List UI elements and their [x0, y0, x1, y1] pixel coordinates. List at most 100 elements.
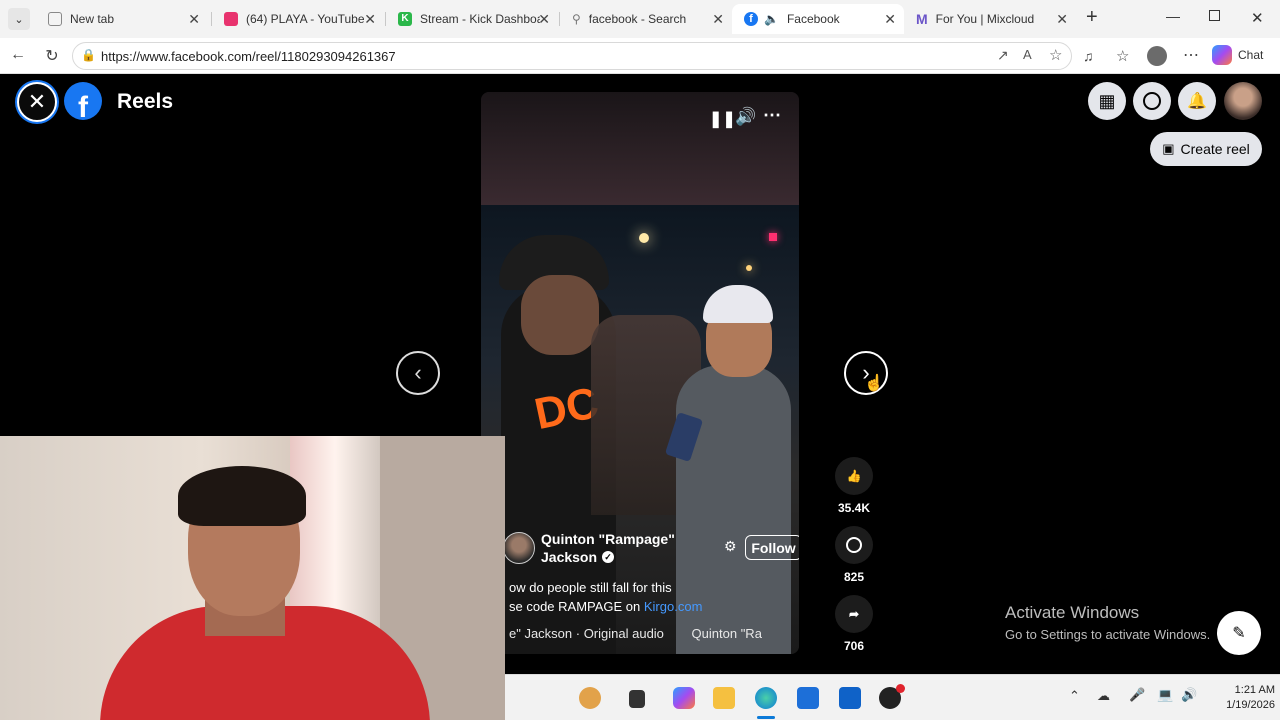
network-icon[interactable]: 💻	[1157, 687, 1173, 703]
notification-dot	[896, 684, 905, 693]
cap-right	[703, 285, 773, 323]
tab-kick[interactable]: K Stream - Kick Dashboard ✕	[386, 4, 558, 34]
open-in-app-icon[interactable]: ↗	[997, 47, 1009, 64]
messenger-button[interactable]	[1133, 82, 1171, 120]
audio-track[interactable]: e" Jackson · Original audio Quinton "Ra	[509, 626, 799, 641]
tab-bar: ⌄ New tab ✕ (64) PLAYA - YouTube ✕ K Str…	[0, 0, 1280, 38]
task-view-icon[interactable]	[629, 690, 645, 708]
person-hair	[178, 466, 306, 526]
like-icon: 👍	[835, 457, 873, 495]
share-action[interactable]: ➦ 706	[824, 595, 884, 653]
account-avatar[interactable]	[1224, 82, 1262, 120]
tab-youtube[interactable]: (64) PLAYA - YouTube ✕	[212, 4, 384, 34]
reel-caption: ow do people still fall for this se code…	[509, 580, 703, 614]
facebook-logo[interactable]: f	[64, 82, 102, 120]
create-reel-icon: ▣	[1162, 141, 1175, 156]
close-tab-icon[interactable]: ✕	[188, 11, 200, 28]
url-field[interactable]: 🔒 https://www.facebook.com/reel/11802930…	[72, 42, 1072, 70]
youtube-icon	[224, 12, 238, 26]
webcam-overlay	[0, 436, 505, 720]
file-explorer-icon[interactable]	[713, 687, 735, 709]
settings-icon[interactable]: ⚙	[724, 538, 737, 555]
mouse-cursor-icon: ☝	[864, 375, 884, 392]
reel-video[interactable]: DC ❚❚ 🔊 ⋯ Quinton "Rampage" Jackson ✓ ⚙ …	[481, 92, 799, 654]
create-reel-button[interactable]: ▣ Create reel	[1150, 132, 1262, 166]
tab-new-tab[interactable]: New tab ✕	[36, 4, 208, 34]
url-text: https://www.facebook.com/reel/1180293094…	[101, 49, 396, 64]
facebook-icon: f	[78, 91, 88, 121]
close-tab-icon[interactable]: ✕	[364, 11, 376, 28]
bell-icon: 🔔	[1187, 93, 1207, 110]
follow-button[interactable]: Follow	[745, 535, 799, 560]
tab-mixcloud[interactable]: M For You | Mixcloud ✕	[904, 4, 1076, 34]
neon-sign	[769, 233, 777, 241]
edge-icon[interactable]	[755, 687, 777, 709]
verified-badge-icon: ✓	[602, 551, 615, 563]
compose-icon: ✎	[1232, 625, 1246, 642]
facebook-icon: f	[744, 12, 758, 26]
favorites-icon[interactable]: ☆	[1116, 47, 1129, 65]
tab-list-dropdown-button[interactable]: ⌄	[8, 8, 30, 30]
author-avatar[interactable]	[503, 532, 535, 564]
close-tab-icon[interactable]: ✕	[712, 11, 724, 28]
more-options-button[interactable]: ⋯	[763, 105, 781, 126]
widgets-icon[interactable]	[579, 687, 601, 709]
tray-chevron-icon[interactable]: ⌃	[1069, 688, 1080, 704]
copilot-chat-button[interactable]: Chat	[1212, 45, 1263, 65]
back-button[interactable]: ←	[8, 46, 28, 64]
refresh-button[interactable]: ↻	[42, 46, 62, 66]
tab-facebook-search[interactable]: ⚲ facebook - Search ✕	[560, 4, 732, 34]
comment-action[interactable]: 825	[824, 526, 884, 584]
minimize-button[interactable]: —	[1166, 8, 1180, 24]
restore-button[interactable]	[1209, 10, 1220, 21]
copilot-icon[interactable]	[673, 687, 695, 709]
chevron-down-icon: ⌄	[14, 13, 24, 26]
copilot-icon	[1212, 45, 1232, 65]
address-bar: ← ↻ 🔒 https://www.facebook.com/reel/1180…	[0, 38, 1280, 74]
close-tab-icon[interactable]: ✕	[1056, 11, 1068, 28]
new-message-button[interactable]: ✎	[1217, 611, 1261, 655]
profile-avatar[interactable]	[1147, 46, 1167, 66]
shirt-logo: DC	[530, 378, 603, 440]
onedrive-icon[interactable]: ☁	[1097, 688, 1110, 704]
favorite-star-icon[interactable]: ☆	[1049, 46, 1062, 64]
site-info-icon[interactable]: 🔒	[81, 48, 96, 62]
clock[interactable]: 1:21 AM 1/19/2026	[1205, 683, 1275, 713]
close-reels-button[interactable]: ✕	[17, 82, 57, 122]
caption-link[interactable]: Kirgo.com	[644, 599, 703, 614]
speaker-icon[interactable]: 🔈	[764, 12, 779, 26]
taskbar: ⌃ ☁ 🎤 💻 🔊 1:21 AM 1/19/2026	[505, 674, 1280, 720]
tab-facebook[interactable]: f 🔈 Facebook ✕	[732, 4, 904, 34]
volume-icon[interactable]: 🔊	[1181, 687, 1197, 703]
store-icon[interactable]	[797, 687, 819, 709]
grid-menu-icon: ▦	[1098, 90, 1116, 111]
media-control-icon[interactable]: ♫	[1083, 48, 1094, 64]
chevron-left-icon: ‹	[414, 360, 422, 385]
search-icon: ⚲	[572, 12, 581, 26]
active-app-indicator	[757, 716, 775, 719]
close-tab-icon[interactable]: ✕	[884, 11, 896, 28]
close-icon: ✕	[27, 89, 47, 114]
microphone-icon[interactable]: 🎤	[1129, 687, 1145, 703]
close-tab-icon[interactable]: ✕	[538, 11, 550, 28]
street-light	[639, 233, 649, 243]
previous-reel-button[interactable]: ‹	[396, 351, 440, 395]
share-icon: ➦	[835, 595, 873, 633]
street-light	[746, 265, 752, 271]
messenger-icon	[1143, 92, 1161, 110]
more-options-icon[interactable]: ⋯	[1183, 45, 1199, 65]
pause-button[interactable]: ❚❚	[709, 109, 736, 129]
notifications-button[interactable]: 🔔	[1178, 82, 1216, 120]
face-left	[521, 275, 599, 355]
close-window-button[interactable]: ✕	[1251, 9, 1264, 27]
like-action[interactable]: 👍 35.4K	[824, 457, 884, 515]
outlook-icon[interactable]	[839, 687, 861, 709]
page-icon	[48, 12, 62, 26]
new-tab-button[interactable]: +	[1086, 6, 1098, 29]
mixcloud-icon: M	[916, 11, 928, 27]
volume-button[interactable]: 🔊	[735, 107, 756, 127]
menu-button[interactable]: ▦	[1088, 82, 1126, 120]
read-aloud-icon[interactable]: A	[1023, 47, 1032, 62]
comment-icon	[835, 526, 873, 564]
author-name[interactable]: Quinton "Rampage" Jackson ✓	[541, 530, 675, 566]
